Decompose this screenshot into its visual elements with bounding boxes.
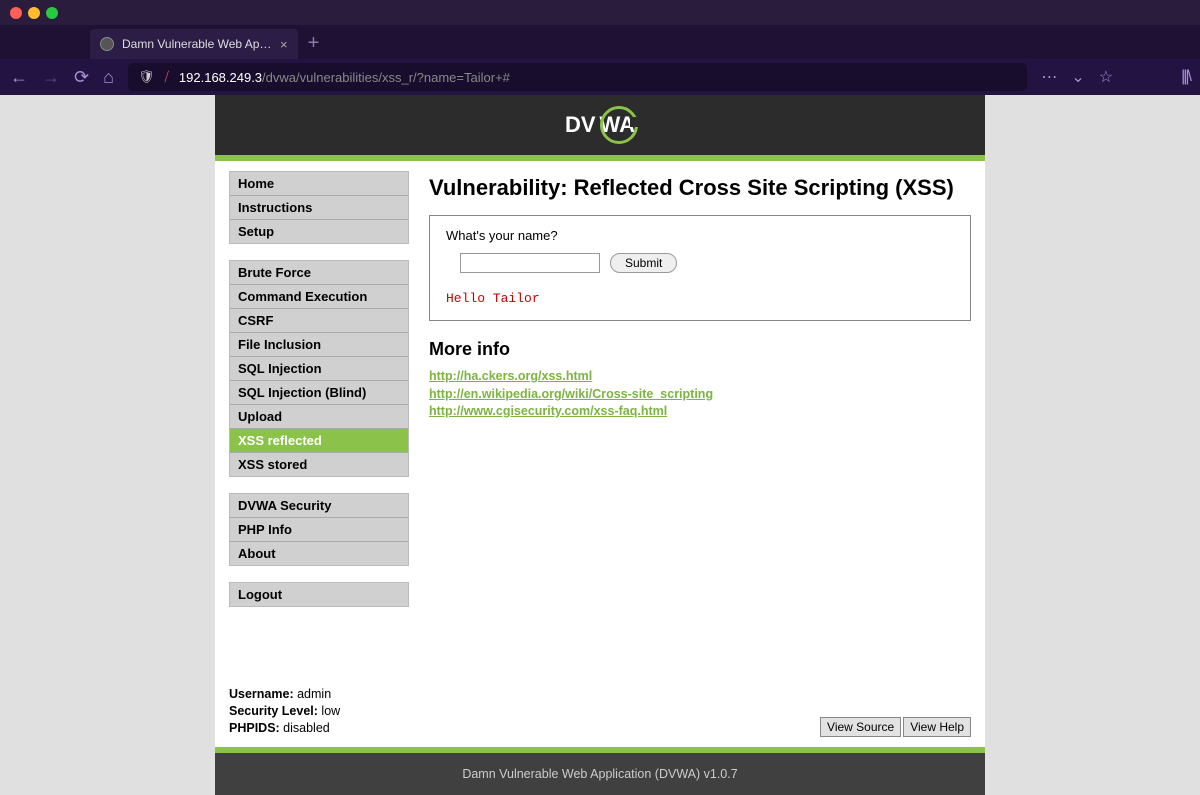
menu-group-main: Home Instructions Setup [229,171,409,244]
dvwa-header: DV WA [215,95,985,155]
sidebar-item-sql-injection[interactable]: SQL Injection [230,357,408,381]
logo-text-left: DV [565,112,596,138]
os-menubar [0,0,1200,25]
name-input[interactable] [460,253,600,273]
window-minimize-icon[interactable] [28,7,40,19]
forward-button[interactable]: → [42,67,60,88]
view-source-button[interactable]: View Source [820,717,901,737]
sidebar-item-upload[interactable]: Upload [230,405,408,429]
sidebar-item-logout[interactable]: Logout [230,583,408,606]
tab-title: Damn Vulnerable Web App (DV [122,37,272,51]
window-zoom-icon[interactable] [46,7,58,19]
sidebar-item-sql-injection-blind[interactable]: SQL Injection (Blind) [230,381,408,405]
insecure-icon[interactable]: ⧸ [164,69,168,85]
xss-form-box: What's your name? Submit Hello Tailor [429,215,971,321]
sidebar-item-csrf[interactable]: CSRF [230,309,408,333]
sidebar-item-instructions[interactable]: Instructions [230,196,408,220]
sidebar-item-home[interactable]: Home [230,172,408,196]
more-info-heading: More info [429,339,971,360]
library-icon[interactable]: |||\ [1181,68,1190,86]
window-close-icon[interactable] [10,7,22,19]
more-info-links: http://ha.ckers.org/xss.html http://en.w… [429,368,971,421]
sidebar-item-xss-stored[interactable]: XSS stored [230,453,408,476]
new-tab-button[interactable]: + [298,32,330,59]
browser-tab[interactable]: Damn Vulnerable Web App (DV × [90,29,298,59]
sidebar-item-setup[interactable]: Setup [230,220,408,243]
main-content: Vulnerability: Reflected Cross Site Scri… [429,171,971,623]
menu-group-vulns: Brute Force Command Execution CSRF File … [229,260,409,477]
info-link-3[interactable]: http://www.cgisecurity.com/xss-faq.html [429,403,971,421]
shield-icon[interactable]: 🛡 [138,69,155,85]
logo-ring-icon [600,106,638,144]
tab-close-icon[interactable]: × [280,37,288,52]
sidebar-item-command-execution[interactable]: Command Execution [230,285,408,309]
submit-button[interactable]: Submit [610,253,677,273]
browser-tabbar: Damn Vulnerable Web App (DV × + [0,25,1200,59]
phpids-label: PHPIDS: [229,721,280,735]
url-host: 192.168.249.3 [179,70,262,85]
seclevel-value: low [318,704,340,718]
sidebar: Home Instructions Setup Brute Force Comm… [229,171,409,623]
pocket-icon[interactable]: ⌄ [1071,67,1084,87]
info-link-1[interactable]: http://ha.ckers.org/xss.html [429,368,971,386]
status-info: Username: admin Security Level: low PHPI… [229,686,340,737]
view-help-button[interactable]: View Help [903,717,971,737]
sidebar-item-xss-reflected[interactable]: XSS reflected [230,429,408,453]
sidebar-item-php-info[interactable]: PHP Info [230,518,408,542]
sidebar-item-brute-force[interactable]: Brute Force [230,261,408,285]
seclevel-label: Security Level: [229,704,318,718]
dvwa-footer: Damn Vulnerable Web Application (DVWA) v… [215,753,985,795]
page-title: Vulnerability: Reflected Cross Site Scri… [429,175,971,201]
sidebar-item-dvwa-security[interactable]: DVWA Security [230,494,408,518]
dvwa-app: DV WA Home Instructions Setup Brute Forc… [215,95,985,795]
xss-output: Hello Tailor [446,291,954,306]
phpids-value: disabled [280,721,330,735]
status-bar: Username: admin Security Level: low PHPI… [215,682,985,747]
browser-navbar: ← → ⟳ ⌂ 🛡 ⧸ 192.168.249.3/dvwa/vulnerabi… [0,59,1200,95]
form-prompt: What's your name? [446,228,954,243]
url-path: /dvwa/vulnerabilities/xss_r/?name=Tailor… [262,70,510,85]
info-link-2[interactable]: http://en.wikipedia.org/wiki/Cross-site_… [429,386,971,404]
favicon-icon [100,37,114,51]
username-label: Username: [229,687,294,701]
url-bar[interactable]: 🛡 ⧸ 192.168.249.3/dvwa/vulnerabilities/x… [128,63,1027,91]
dvwa-logo: DV WA [565,106,635,144]
more-icon[interactable]: ⋯ [1041,67,1057,87]
sidebar-item-about[interactable]: About [230,542,408,565]
menu-group-config: DVWA Security PHP Info About [229,493,409,566]
reload-button[interactable]: ⟳ [74,67,89,88]
username-value: admin [294,687,332,701]
back-button[interactable]: ← [10,67,28,88]
sidebar-item-file-inclusion[interactable]: File Inclusion [230,333,408,357]
page-viewport: DV WA Home Instructions Setup Brute Forc… [0,95,1200,795]
bookmark-star-icon[interactable]: ☆ [1099,67,1113,87]
menu-group-logout: Logout [229,582,409,607]
home-button[interactable]: ⌂ [103,67,114,88]
